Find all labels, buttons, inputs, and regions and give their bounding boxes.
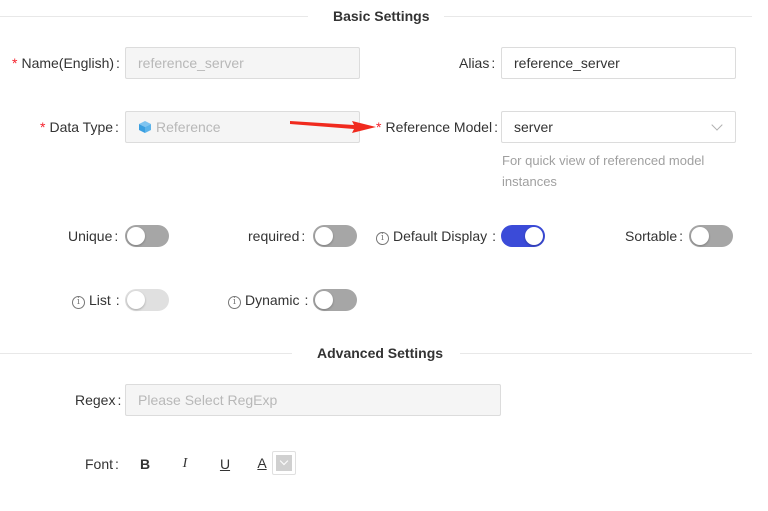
default-display-switch[interactable] [501, 225, 545, 247]
info-icon[interactable]: i [72, 296, 85, 309]
switch-knob [127, 291, 145, 309]
refmodel-hint: For quick view of referenced model insta… [502, 153, 705, 189]
datatype-label-text: Data Type [49, 119, 114, 135]
list-label: i List: [72, 292, 120, 309]
name-input[interactable]: reference_server [125, 47, 360, 79]
list-switch[interactable] [125, 289, 169, 311]
name-label: * Name(English): [12, 55, 120, 71]
chevron-down-icon [711, 119, 723, 131]
bold-button[interactable]: B [135, 456, 155, 472]
alias-input[interactable]: reference_server [501, 47, 736, 79]
font-label: Font: [85, 456, 119, 472]
alias-input-value: reference_server [514, 55, 620, 71]
datatype-label: * Data Type: [40, 119, 119, 135]
refmodel-label-text: Reference Model [385, 119, 493, 135]
datatype-value: Reference [156, 119, 221, 135]
advanced-divider-left [0, 353, 292, 354]
sortable-switch[interactable] [689, 225, 733, 247]
advanced-settings-title: Advanced Settings [317, 345, 444, 361]
advanced-divider-right [460, 353, 752, 354]
info-icon[interactable]: i [228, 296, 241, 309]
required-mark: * [376, 119, 382, 135]
basic-divider-right [444, 16, 752, 17]
regex-label: Regex: [75, 392, 122, 408]
refmodel-value: server [514, 119, 553, 135]
regex-placeholder: Please Select RegExp [138, 392, 278, 408]
italic-button[interactable]: I [175, 456, 195, 472]
switch-knob [315, 291, 333, 309]
required-mark: * [12, 55, 18, 71]
basic-divider-left [0, 16, 308, 17]
refmodel-label: * Reference Model: [376, 119, 498, 135]
font-color-button[interactable]: A [252, 455, 272, 471]
unique-label: Unique: [68, 228, 119, 244]
name-label-text: Name(English) [21, 55, 115, 71]
color-picker-dropdown[interactable] [272, 451, 296, 475]
underline-button[interactable]: U [215, 456, 235, 472]
regex-select[interactable]: Please Select RegExp [125, 384, 501, 416]
basic-settings-title: Basic Settings [333, 8, 430, 24]
switch-knob [127, 227, 145, 245]
annotation-arrow-icon [290, 121, 376, 133]
dynamic-label: i Dynamic: [228, 292, 308, 309]
unique-switch[interactable] [125, 225, 169, 247]
dynamic-switch[interactable] [313, 289, 357, 311]
switch-knob [691, 227, 709, 245]
default-display-label: i Default Display: [376, 228, 496, 245]
switch-knob [315, 227, 333, 245]
required-mark: * [40, 119, 46, 135]
sortable-label: Sortable: [625, 228, 684, 244]
name-input-value: reference_server [138, 55, 244, 71]
switch-knob [525, 227, 543, 245]
info-icon[interactable]: i [376, 232, 389, 245]
required-label: required: [248, 228, 306, 244]
alias-label: Alias: [459, 55, 496, 71]
cube-icon [138, 114, 152, 144]
required-switch[interactable] [313, 225, 357, 247]
alias-label-text: Alias [459, 55, 490, 71]
refmodel-select[interactable]: server [501, 111, 736, 143]
